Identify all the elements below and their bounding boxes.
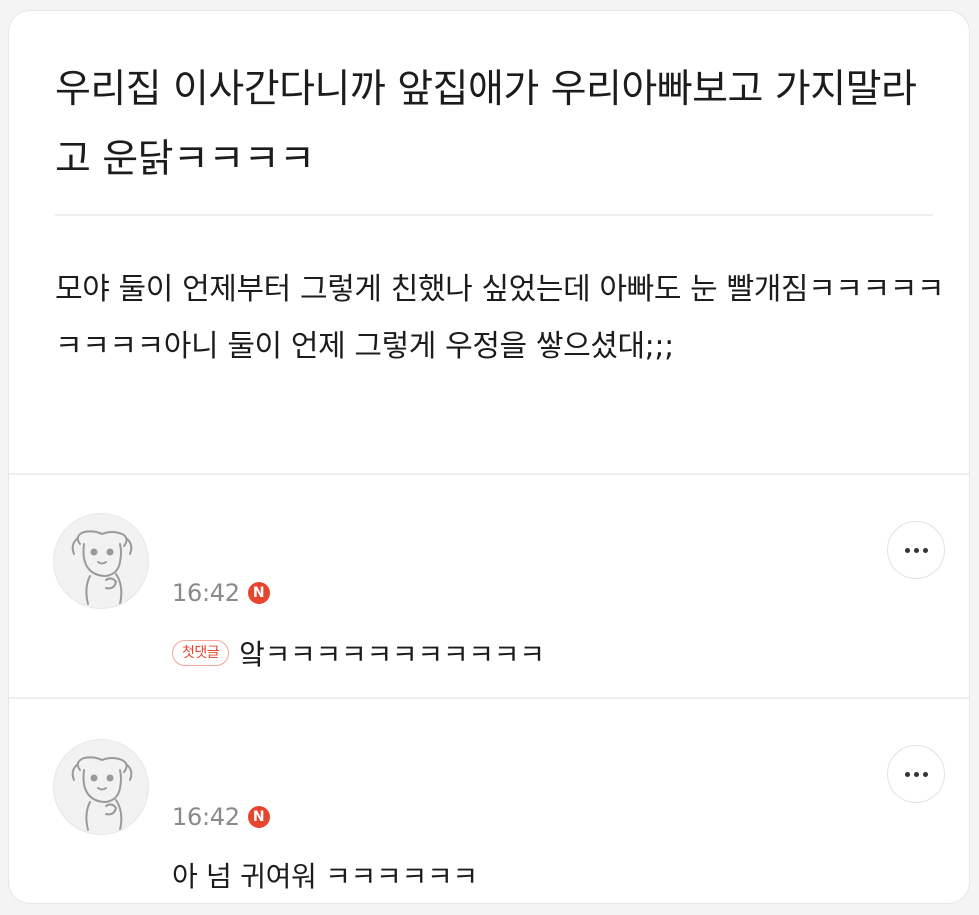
comment-content: 첫댓글 앜ㅋㅋㅋㅋㅋㅋㅋㅋㅋㅋㅋ (172, 633, 545, 673)
post-card: 우리집 이사간다니까 앞집애가 우리아빠보고 가지말라고 운닭ㅋㅋㅋㅋ 모야 둘… (8, 10, 970, 904)
comment-meta: 16:42 N (172, 803, 270, 831)
more-horizontal-icon (904, 771, 928, 777)
comment-content: 아 넘 귀여워 ㅋㅋㅋㅋㅋㅋ (172, 855, 478, 895)
more-options-button[interactable] (887, 745, 945, 803)
more-horizontal-icon (904, 547, 928, 553)
comment-time: 16:42 (172, 803, 240, 831)
comment-item: 16:42 N 아 넘 귀여워 ㅋㅋㅋㅋㅋㅋ (9, 699, 969, 903)
avatar[interactable] (53, 513, 149, 609)
comment-item: 16:42 N 첫댓글 앜ㅋㅋㅋㅋㅋㅋㅋㅋㅋㅋㅋ (9, 475, 969, 697)
more-options-button[interactable] (887, 521, 945, 579)
new-badge: N (247, 806, 270, 828)
comment-meta: 16:42 N (172, 579, 270, 607)
avatar[interactable] (53, 739, 149, 835)
new-badge: N (247, 582, 270, 604)
dog-avatar-icon (71, 530, 133, 605)
comment-text: 앜ㅋㅋㅋㅋㅋㅋㅋㅋㅋㅋㅋ (239, 638, 545, 671)
comment-text: 아 넘 귀여워 ㅋㅋㅋㅋㅋㅋ (172, 860, 478, 893)
post-title: 우리집 이사간다니까 앞집애가 우리아빠보고 가지말라고 운닭ㅋㅋㅋㅋ (55, 67, 917, 182)
post-body: 모야 둘이 언제부터 그렇게 친했나 싶었는데 아빠도 눈 빨개짐ㅋㅋㅋㅋㅋㅋㅋ… (55, 272, 945, 364)
first-comment-badge: 첫댓글 (172, 640, 230, 666)
dog-avatar-icon (71, 756, 133, 831)
title-divider (55, 214, 933, 216)
comment-time: 16:42 (172, 579, 240, 607)
